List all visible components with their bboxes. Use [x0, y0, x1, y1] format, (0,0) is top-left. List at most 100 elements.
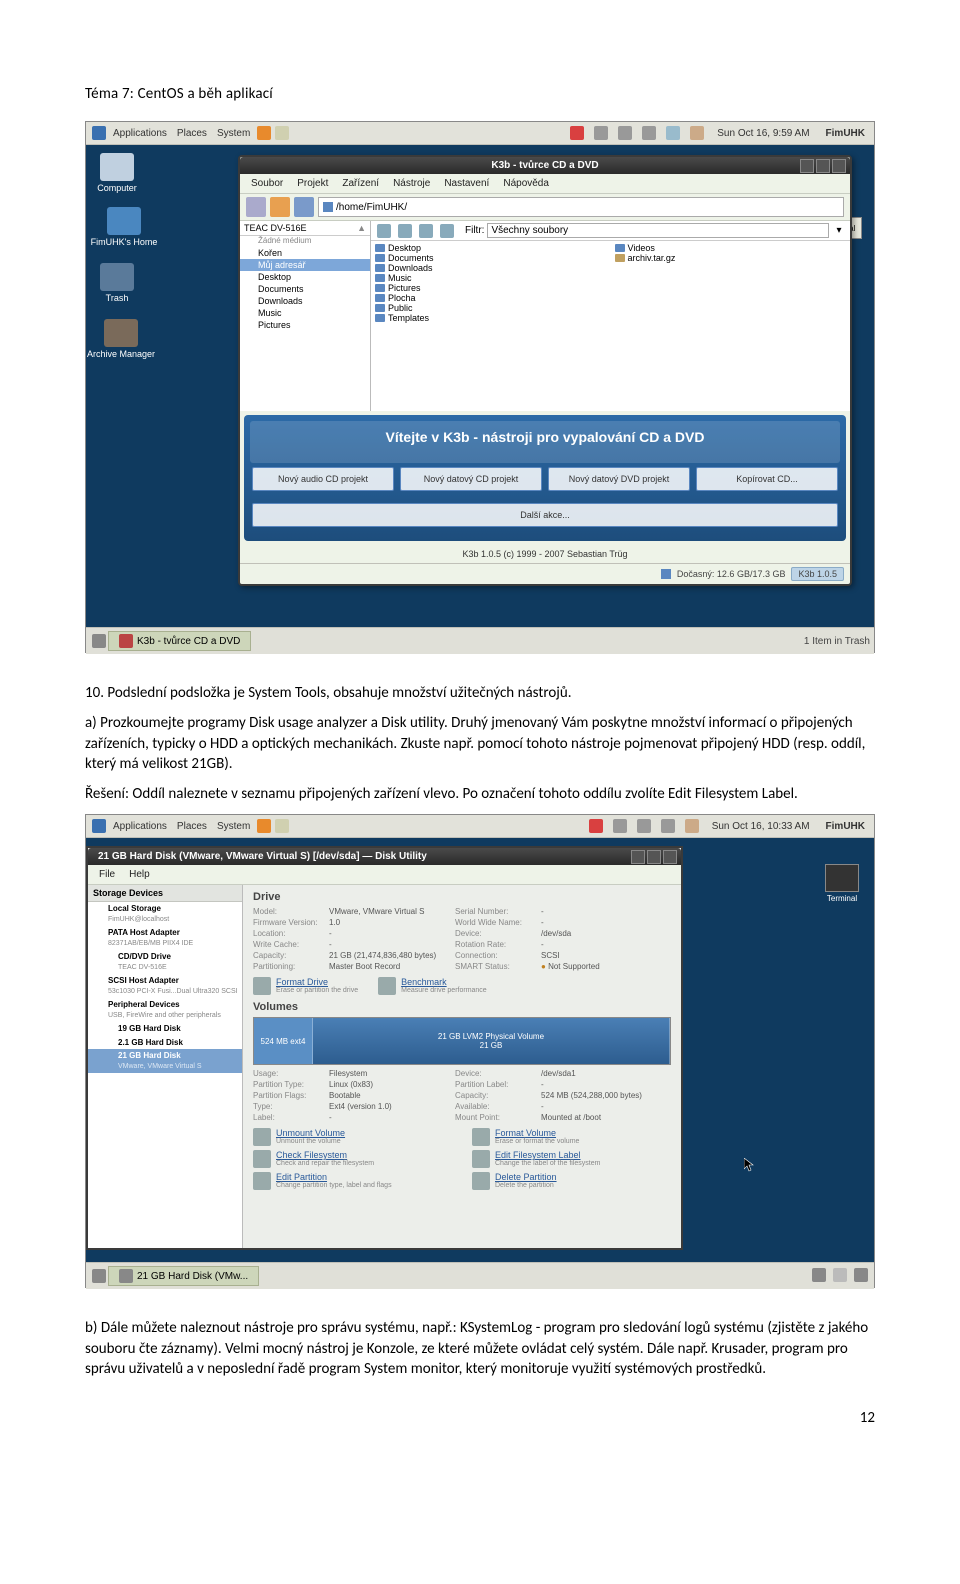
edit-partition-action[interactable]: Edit PartitionChange partition type, lab…	[253, 1172, 452, 1190]
trash-desktop-icon[interactable]: Trash	[90, 263, 144, 303]
clock[interactable]: Sun Oct 16, 9:59 AM	[712, 128, 814, 139]
trash-icon[interactable]	[854, 1268, 868, 1282]
maximize-icon[interactable]	[816, 159, 830, 173]
view-icon-1[interactable]	[377, 224, 391, 238]
workspace-switcher-icon[interactable]	[812, 1268, 826, 1282]
storage-devices-sidebar[interactable]: Storage Devices Local StorageFimUHK@loca…	[88, 885, 243, 1248]
menu-nastroje[interactable]: Nástroje	[386, 176, 437, 191]
copy-cd-button[interactable]: Kopírovat CD...	[696, 467, 838, 491]
tray-icon[interactable]	[666, 126, 680, 140]
device-tree[interactable]: TEAC DV-516E ▲ Žádné médium Kořen Můj ad…	[240, 221, 371, 411]
volume-lvm[interactable]: 21 GB LVM2 Physical Volume 21 GB	[313, 1018, 670, 1064]
tray-icon[interactable]	[589, 819, 603, 833]
tray-icon[interactable]	[642, 126, 656, 140]
menu-napoveda[interactable]: Nápověda	[496, 176, 556, 191]
file-list-col1[interactable]: Desktop Documents Downloads Music Pictur…	[371, 241, 611, 325]
volume-icon[interactable]	[690, 126, 704, 140]
maximize-icon[interactable]	[647, 850, 661, 864]
taskbar-du-button[interactable]: 21 GB Hard Disk (VMw...	[108, 1266, 259, 1286]
sidebar-peripheral[interactable]: Peripheral DevicesUSB, FireWire and othe…	[88, 998, 242, 1022]
sidebar-scsi[interactable]: SCSI Host Adapter53c1030 PCI-X Fusi...Du…	[88, 974, 242, 998]
du-titlebar[interactable]: 21 GB Hard Disk (VMware, VMware Virtual …	[88, 848, 681, 865]
minimize-icon[interactable]	[631, 850, 645, 864]
sidebar-21gb-selected[interactable]: 21 GB Hard DiskVMware, VMware Virtual S	[88, 1049, 242, 1073]
close-icon[interactable]	[663, 850, 677, 864]
tree-downloads[interactable]: Downloads	[240, 295, 370, 307]
file-manager-icon[interactable]	[275, 819, 289, 833]
archive-manager-icon[interactable]: Archive Manager	[86, 319, 156, 359]
tray-icon[interactable]	[613, 819, 627, 833]
home-desktop-icon[interactable]: FimUHK's Home	[90, 207, 158, 247]
tree-root[interactable]: Kořen	[240, 247, 370, 259]
edit-fs-label-action[interactable]: Edit Filesystem LabelChange the label of…	[472, 1150, 671, 1168]
menu-system[interactable]: System	[212, 128, 255, 139]
menu-applications[interactable]: Applications	[108, 821, 172, 832]
delete-partition-action[interactable]: Delete PartitionDelete the partition	[472, 1172, 671, 1190]
show-desktop-icon[interactable]	[92, 634, 106, 648]
volume-strip[interactable]: 524 MB ext4 21 GB LVM2 Physical Volume 2…	[253, 1017, 671, 1065]
tree-home-selected[interactable]: Můj adresář	[240, 259, 370, 271]
new-data-dvd-button[interactable]: Nový datový DVD projekt	[548, 467, 690, 491]
view-icon-2[interactable]	[398, 224, 412, 238]
sidebar-pata[interactable]: PATA Host Adapter82371AB/EB/MB PIIX4 IDE	[88, 926, 242, 950]
view-icon-3[interactable]	[419, 224, 433, 238]
tray-icon[interactable]	[618, 126, 632, 140]
user-label[interactable]: FimUHK	[821, 821, 870, 832]
user-label[interactable]: FimUHK	[821, 128, 870, 139]
dropdown-icon[interactable]: ▾	[832, 225, 846, 236]
path-input[interactable]: /home/FimUHK/	[318, 197, 844, 217]
sidebar-cddvd[interactable]: CD/DVD DriveTEAC DV-516E	[88, 950, 242, 974]
menu-projekt[interactable]: Projekt	[290, 176, 335, 191]
menu-soubor[interactable]: Soubor	[244, 176, 290, 191]
show-desktop-icon[interactable]	[92, 1269, 106, 1283]
home-icon[interactable]	[270, 197, 290, 217]
clock[interactable]: Sun Oct 16, 10:33 AM	[707, 821, 815, 832]
tray-icon[interactable]	[570, 126, 584, 140]
tree-pictures[interactable]: Pictures	[240, 319, 370, 331]
gnome-apps-icon[interactable]	[92, 126, 106, 140]
nav-up-icon[interactable]	[246, 197, 266, 217]
firefox-icon[interactable]	[257, 819, 271, 833]
tray-icon[interactable]	[594, 126, 608, 140]
volume-boot[interactable]: 524 MB ext4	[254, 1018, 313, 1064]
terminal-desktop-icon[interactable]: Terminal	[822, 864, 862, 903]
menu-system[interactable]: System	[212, 821, 255, 832]
tray-icon[interactable]	[637, 819, 651, 833]
firefox-icon[interactable]	[257, 126, 271, 140]
workspace-switcher-icon[interactable]	[833, 1268, 847, 1282]
minimize-icon[interactable]	[800, 159, 814, 173]
new-data-cd-button[interactable]: Nový datový CD projekt	[400, 467, 542, 491]
gnome-apps-icon[interactable]	[92, 819, 106, 833]
view-icon-4[interactable]	[440, 224, 454, 238]
file-manager-icon[interactable]	[275, 126, 289, 140]
trash-count[interactable]: 1 Item in Trash	[804, 636, 870, 647]
benchmark-action[interactable]: BenchmarkMeasure drive performance	[378, 977, 487, 995]
check-fs-action[interactable]: Check FilesystemCheck and repair the fil…	[253, 1150, 452, 1168]
reload-icon[interactable]	[294, 197, 314, 217]
format-volume-action[interactable]: Format VolumeErase or format the volume	[472, 1128, 671, 1146]
window-titlebar[interactable]: K3b - tvůrce CD a DVD	[240, 157, 850, 174]
close-icon[interactable]	[832, 159, 846, 173]
unmount-volume-action[interactable]: Unmount VolumeUnmount the volume	[253, 1128, 452, 1146]
menu-zarizeni[interactable]: Zařízení	[335, 176, 386, 191]
menu-file[interactable]: File	[92, 867, 122, 882]
sidebar-19gb[interactable]: 19 GB Hard Disk	[88, 1022, 242, 1036]
new-audio-cd-button[interactable]: Nový audio CD projekt	[252, 467, 394, 491]
menu-places[interactable]: Places	[172, 821, 212, 832]
computer-desktop-icon[interactable]: Computer	[90, 153, 144, 193]
menu-places[interactable]: Places	[172, 128, 212, 139]
tree-documents[interactable]: Documents	[240, 283, 370, 295]
volume-icon[interactable]	[685, 819, 699, 833]
menu-help[interactable]: Help	[122, 867, 157, 882]
menu-applications[interactable]: Applications	[108, 128, 172, 139]
filter-select[interactable]: Všechny soubory	[487, 223, 829, 238]
format-drive-action[interactable]: Format DriveErase or partition the drive	[253, 977, 358, 995]
taskbar-k3b-button[interactable]: K3b - tvůrce CD a DVD	[108, 631, 251, 651]
sidebar-2gb[interactable]: 2.1 GB Hard Disk	[88, 1036, 242, 1050]
tree-music[interactable]: Music	[240, 307, 370, 319]
tray-icon[interactable]	[661, 819, 675, 833]
tree-desktop[interactable]: Desktop	[240, 271, 370, 283]
more-actions-button[interactable]: Další akce...	[252, 503, 838, 527]
menu-nastaveni[interactable]: Nastavení	[437, 176, 496, 191]
sidebar-local-storage[interactable]: Local StorageFimUHK@localhost	[88, 902, 242, 926]
